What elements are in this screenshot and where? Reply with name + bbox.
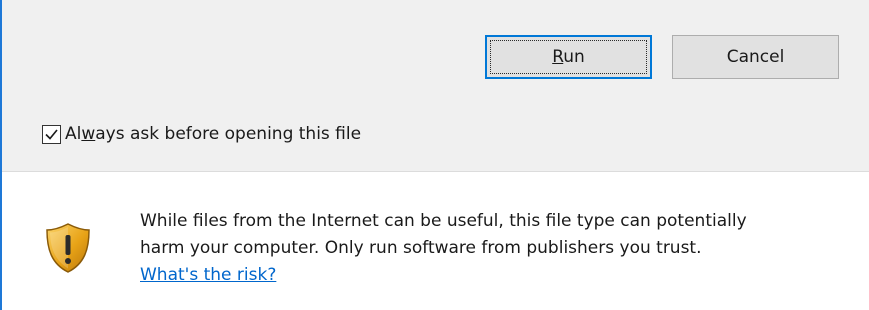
warning-shield-icon bbox=[44, 222, 92, 274]
security-warning-dialog: Run Cancel Always ask before opening thi… bbox=[0, 0, 869, 310]
always-ask-label: Always ask before opening this file bbox=[65, 124, 362, 144]
warning-message: While files from the Internet can be use… bbox=[140, 208, 850, 289]
warning-line-1: While files from the Internet can be use… bbox=[140, 211, 747, 231]
run-button[interactable]: Run bbox=[485, 35, 652, 79]
panel-divider bbox=[2, 171, 869, 172]
cancel-button[interactable]: Cancel bbox=[672, 35, 839, 79]
warning-line-2: harm your computer. Only run software fr… bbox=[140, 238, 702, 258]
action-panel: Run Cancel Always ask before opening thi… bbox=[2, 0, 869, 171]
always-ask-checkbox[interactable] bbox=[42, 124, 61, 144]
always-ask-checkbox-row[interactable]: Always ask before opening this file bbox=[42, 122, 361, 146]
focus-ring bbox=[490, 40, 647, 74]
checkmark-icon bbox=[45, 128, 58, 140]
whats-the-risk-link[interactable]: What's the risk? bbox=[140, 265, 276, 285]
cancel-button-label: Cancel bbox=[726, 47, 785, 67]
